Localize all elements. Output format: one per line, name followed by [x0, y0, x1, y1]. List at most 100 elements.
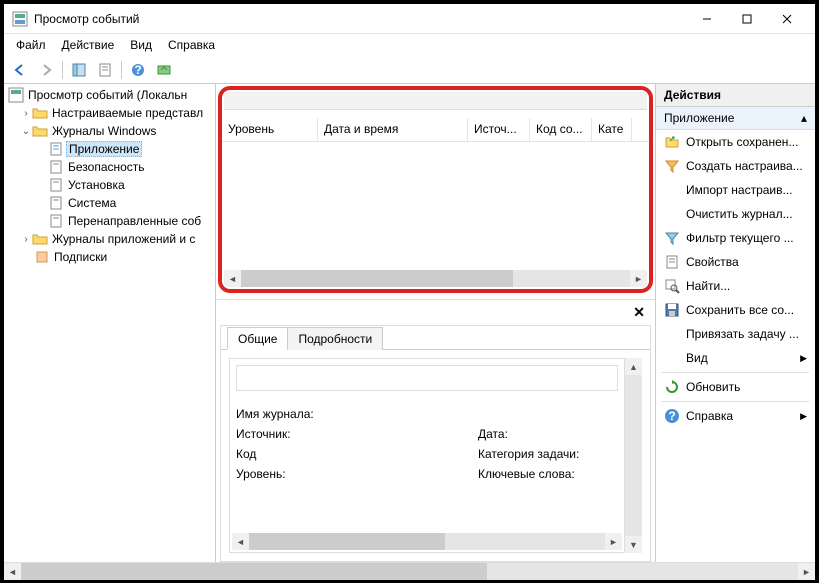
- actions-pane: Действия Приложение ▴ Открыть сохранен..…: [655, 84, 815, 562]
- details-vscroll[interactable]: ▲ ▼: [625, 358, 642, 553]
- filter2-icon: [664, 230, 680, 246]
- app-icon: [8, 87, 24, 103]
- refresh-icon: [664, 379, 680, 395]
- open-icon: [664, 134, 680, 150]
- action-item[interactable]: Привязать задачу ...: [656, 322, 815, 346]
- scroll-left-icon[interactable]: ◄: [4, 563, 21, 580]
- tree-security[interactable]: Безопасность: [6, 158, 213, 176]
- blank-icon: [664, 182, 680, 198]
- action-label: Привязать задачу ...: [686, 327, 799, 341]
- menu-help[interactable]: Справка: [160, 36, 223, 54]
- events-column-headers: Уровень Дата и время Источ... Код со... …: [222, 118, 649, 142]
- menubar: Файл Действие Вид Справка: [4, 34, 815, 56]
- collapse-icon[interactable]: ⌄: [20, 126, 32, 137]
- col-level[interactable]: Уровень: [222, 118, 318, 141]
- details-hscroll[interactable]: ◄ ►: [232, 533, 622, 550]
- tree-forwarded[interactable]: Перенаправленные соб: [6, 212, 213, 230]
- scroll-right-icon[interactable]: ►: [798, 563, 815, 580]
- help-button[interactable]: ?: [126, 59, 150, 81]
- minimize-button[interactable]: [687, 5, 727, 33]
- expand-icon[interactable]: ›: [20, 234, 32, 245]
- back-button[interactable]: [8, 59, 32, 81]
- menu-file[interactable]: Файл: [8, 36, 54, 54]
- tree-setup[interactable]: Установка: [6, 176, 213, 194]
- col-category[interactable]: Кате: [592, 118, 632, 141]
- scroll-left-icon[interactable]: ◄: [232, 533, 249, 550]
- action-item[interactable]: Сохранить все со...: [656, 298, 815, 322]
- expand-icon[interactable]: ›: [20, 108, 32, 119]
- scroll-left-icon[interactable]: ◄: [224, 270, 241, 287]
- action-item[interactable]: ? Справка ▶: [656, 404, 815, 428]
- help-icon: ?: [664, 408, 680, 424]
- blank-icon: [664, 206, 680, 222]
- subscriptions-icon: [34, 249, 50, 265]
- col-source[interactable]: Источ...: [468, 118, 530, 141]
- center-pane: Уровень Дата и время Источ... Код со... …: [216, 84, 655, 562]
- actions-section[interactable]: Приложение ▴: [656, 107, 815, 130]
- show-pane-button[interactable]: [67, 59, 91, 81]
- tree-root[interactable]: Просмотр событий (Локальн: [6, 86, 213, 104]
- action-item[interactable]: Найти...: [656, 274, 815, 298]
- action-label: Свойства: [686, 255, 739, 269]
- forward-button[interactable]: [34, 59, 58, 81]
- bottom-hscroll[interactable]: ◄ ►: [4, 562, 815, 579]
- label-code: Код: [236, 447, 356, 461]
- tab-details[interactable]: Подробности: [287, 327, 383, 350]
- action-item[interactable]: Обновить: [656, 375, 815, 399]
- action-label: Обновить: [686, 380, 740, 394]
- action-item[interactable]: Свойства: [656, 250, 815, 274]
- menu-action[interactable]: Действие: [54, 36, 123, 54]
- submenu-arrow-icon: ▶: [800, 411, 807, 422]
- action-item[interactable]: Открыть сохранен...: [656, 130, 815, 154]
- refresh-tool-button[interactable]: [152, 59, 176, 81]
- find-icon: [664, 278, 680, 294]
- log-icon: [48, 177, 64, 193]
- scroll-right-icon[interactable]: ►: [605, 533, 622, 550]
- tree-app-services[interactable]: › Журналы приложений и с: [6, 230, 213, 248]
- events-list[interactable]: [222, 142, 649, 270]
- action-item[interactable]: Фильтр текущего ...: [656, 226, 815, 250]
- close-button[interactable]: [767, 5, 807, 33]
- toolbar: ?: [4, 56, 815, 84]
- svg-text:?: ?: [668, 409, 675, 423]
- action-item[interactable]: Создать настраива...: [656, 154, 815, 178]
- scroll-up-icon[interactable]: ▲: [625, 358, 642, 375]
- action-label: Вид: [686, 351, 708, 365]
- tree-pane: Просмотр событий (Локальн › Настраиваемы…: [4, 84, 216, 562]
- action-label: Импорт настраив...: [686, 183, 793, 197]
- tree-custom-views[interactable]: › Настраиваемые представл: [6, 104, 213, 122]
- scroll-right-icon[interactable]: ►: [630, 270, 647, 287]
- col-datetime[interactable]: Дата и время: [318, 118, 468, 141]
- action-label: Справка: [686, 409, 733, 423]
- label-source: Источник:: [236, 427, 356, 441]
- tree-windows-logs[interactable]: ⌄ Журналы Windows: [6, 122, 213, 140]
- action-label: Сохранить все со...: [686, 303, 794, 317]
- tree-application[interactable]: Приложение: [6, 140, 213, 158]
- window-title: Просмотр событий: [34, 12, 687, 26]
- save-icon: [664, 302, 680, 318]
- action-item[interactable]: Очистить журнал...: [656, 202, 815, 226]
- actions-header: Действия: [656, 84, 815, 107]
- properties-button[interactable]: [93, 59, 117, 81]
- collapse-icon[interactable]: ▴: [801, 111, 807, 125]
- maximize-button[interactable]: [727, 5, 767, 33]
- blank-icon: [664, 350, 680, 366]
- scroll-down-icon[interactable]: ▼: [625, 536, 642, 553]
- close-detail-button[interactable]: ✕: [216, 299, 655, 321]
- filter-icon: [664, 158, 680, 174]
- action-item[interactable]: Импорт настраив...: [656, 178, 815, 202]
- titlebar: Просмотр событий: [4, 4, 815, 34]
- blank-icon: [664, 326, 680, 342]
- tree-system[interactable]: Система: [6, 194, 213, 212]
- action-item[interactable]: Вид▶: [656, 346, 815, 370]
- folder-icon: [32, 105, 48, 121]
- tab-general[interactable]: Общие: [227, 327, 288, 350]
- col-eventid[interactable]: Код со...: [530, 118, 592, 141]
- menu-view[interactable]: Вид: [122, 36, 160, 54]
- label-date: Дата:: [478, 427, 618, 441]
- action-label: Фильтр текущего ...: [686, 231, 794, 245]
- events-hscroll[interactable]: ◄ ►: [224, 270, 647, 287]
- folder-icon: [32, 231, 48, 247]
- tree-subscriptions[interactable]: Подписки: [6, 248, 213, 266]
- log-icon: [48, 141, 64, 157]
